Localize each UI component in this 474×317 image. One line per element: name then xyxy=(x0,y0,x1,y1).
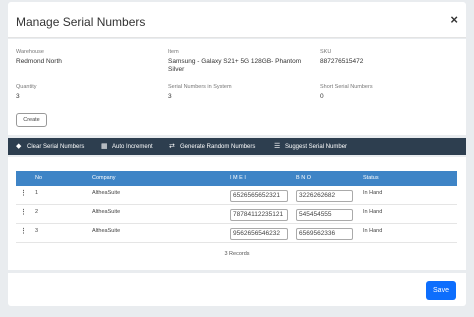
imei-input[interactable]: 78784112235121 xyxy=(230,209,288,221)
row-status: In Hand xyxy=(363,190,383,196)
row-company: AltheaSuite xyxy=(92,190,121,196)
row-company: AltheaSuite xyxy=(92,209,121,215)
header-bno: B N O xyxy=(296,175,311,181)
warehouse-label: Warehouse xyxy=(16,49,44,55)
table-row: ⋮ 3 AltheaSuite 9562656546232 6569562336… xyxy=(16,224,457,243)
sku-label: SKU xyxy=(320,49,332,55)
short-serials-field: Short Serial Numbers 0 xyxy=(320,83,450,101)
bno-input[interactable]: 545454555 xyxy=(296,209,353,221)
imei-input[interactable]: 9562656546232 xyxy=(230,228,288,240)
row-status: In Hand xyxy=(363,209,383,215)
bno-input[interactable]: 6569562336 xyxy=(296,228,353,240)
auto-increment-button[interactable]: ▦ Auto Increment xyxy=(101,138,153,155)
row-no: 3 xyxy=(35,228,39,234)
drag-handle-icon[interactable]: ⋮ xyxy=(20,190,27,198)
generate-random-numbers-button[interactable]: ⇄ Generate Random Numbers xyxy=(169,138,255,155)
serial-table-panel: No Company I M E I B N O Status ⋮ 1 Alth… xyxy=(8,157,466,270)
bno-input[interactable]: 3226262682 xyxy=(296,190,353,202)
imei-input[interactable]: 6526565652321 xyxy=(230,190,288,202)
close-icon[interactable]: × xyxy=(450,13,458,26)
quantity-field: Quantity 3 xyxy=(16,83,156,101)
row-company: AltheaSuite xyxy=(92,228,121,234)
short-serials-label: Short Serial Numbers xyxy=(320,84,373,90)
warehouse-field: Warehouse Redmond North xyxy=(16,48,156,66)
sku-field: SKU 887276515472 xyxy=(320,48,450,66)
header-imei: I M E I xyxy=(230,175,246,181)
clear-serial-numbers-button[interactable]: ◆ Clear Serial Numbers xyxy=(16,138,84,155)
save-button[interactable]: Save xyxy=(426,281,456,300)
suggest-serial-number-button[interactable]: ☰ Suggest Serial Number xyxy=(274,138,347,155)
table-row: ⋮ 1 AltheaSuite 6526565652321 3226262682… xyxy=(16,186,457,205)
row-no: 2 xyxy=(35,209,39,215)
serials-in-system-value: 3 xyxy=(168,93,172,100)
header-status: Status xyxy=(363,175,379,181)
header-no: No xyxy=(35,175,43,181)
clear-serial-numbers-label: Clear Serial Numbers xyxy=(27,144,85,150)
modal-footer: Save xyxy=(8,273,466,306)
generate-random-numbers-label: Generate Random Numbers xyxy=(180,144,256,150)
drag-handle-icon[interactable]: ⋮ xyxy=(20,228,27,236)
auto-increment-label: Auto Increment xyxy=(112,144,153,150)
create-button[interactable]: Create xyxy=(16,113,47,127)
short-serials-value: 0 xyxy=(320,93,324,100)
suggest-serial-number-label: Suggest Serial Number xyxy=(285,144,348,150)
serial-toolbar: ◆ Clear Serial Numbers ▦ Auto Increment ⇄ G… xyxy=(8,138,466,155)
row-status: In Hand xyxy=(363,228,383,234)
serials-in-system-label: Serial Numbers in System xyxy=(168,84,232,90)
header-company: Company xyxy=(92,175,116,181)
drag-handle-icon[interactable]: ⋮ xyxy=(20,209,27,217)
keyboard-icon: ▦ xyxy=(101,143,108,150)
table-row: ⋮ 2 AltheaSuite 78784112235121 545454555… xyxy=(16,205,457,224)
serial-numbers-modal: Manage Serial Numbers × Warehouse Redmon… xyxy=(8,2,466,315)
modal-header: Manage Serial Numbers × xyxy=(8,2,466,38)
quantity-value: 3 xyxy=(16,93,20,100)
table-header: No Company I M E I B N O Status xyxy=(16,171,457,186)
item-info-panel: Warehouse Redmond North Item Samsung - G… xyxy=(8,39,466,135)
shuffle-icon: ⇄ xyxy=(169,143,175,150)
item-field: Item Samsung - Galaxy S21+ 5G 128GB- Pha… xyxy=(168,48,308,74)
eraser-icon: ◆ xyxy=(16,143,22,150)
serials-in-system-field: Serial Numbers in System 3 xyxy=(168,83,308,101)
list-icon: ☰ xyxy=(274,143,281,150)
warehouse-value: Redmond North xyxy=(16,58,62,65)
quantity-label: Quantity xyxy=(16,84,37,90)
records-count: 3 Records xyxy=(224,251,250,257)
modal-title: Manage Serial Numbers xyxy=(16,15,146,29)
sku-value: 887276515472 xyxy=(320,58,364,65)
item-value: Samsung - Galaxy S21+ 5G 128GB- Phantom … xyxy=(168,58,302,73)
item-label: Item xyxy=(168,49,179,55)
row-no: 1 xyxy=(35,190,39,196)
